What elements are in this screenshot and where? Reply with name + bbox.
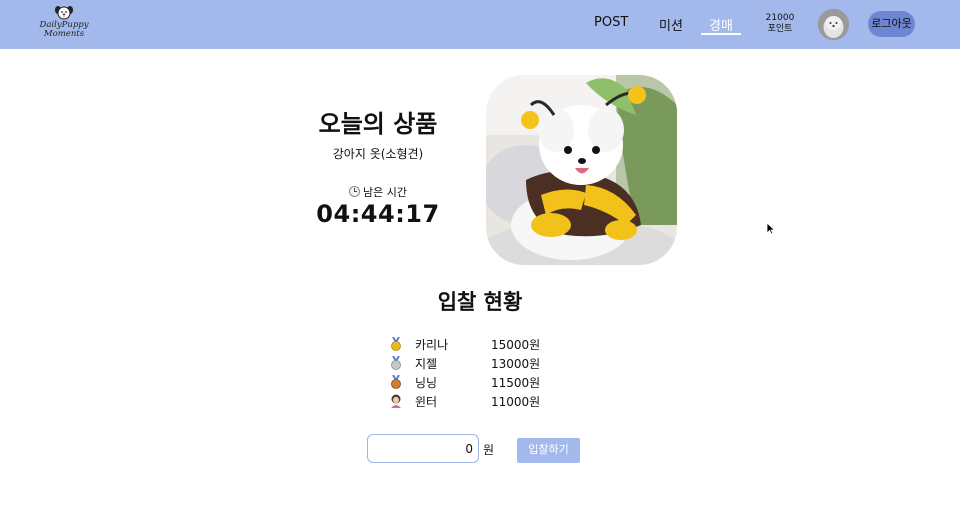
bidder-name: 지젤 [415,357,438,371]
bid-amount: 11000원 [491,395,541,409]
bid-row: 지젤 13000원 [388,354,588,372]
nav-post[interactable]: POST [594,15,628,30]
nav-auction[interactable]: 경매 [701,15,741,34]
place-bid-button[interactable]: 입찰하기 [517,438,580,463]
logo-text-line2: Moments [43,29,85,39]
top-navigation-bar: DailyPuppy Moments POST 미션 경매 21000 포인트 … [0,0,960,49]
bid-row: 카리나 15000원 [388,335,588,353]
product-name: 강아지 옷(소형견) [332,147,424,161]
bid-amount: 15000원 [491,338,541,352]
mouse-cursor-icon [766,222,776,235]
bid-amount: 11500원 [491,376,541,390]
bid-row: 닝닝 11500원 [388,373,588,391]
active-nav-underline [701,33,741,35]
countdown-timer: 04:44:17 [316,200,440,228]
bids-heading: 입찰 현황 [437,290,523,314]
logout-button[interactable]: 로그아웃 [868,11,915,37]
puppy-face-icon [55,6,73,20]
product-image [486,75,677,265]
points-label: 포인트 [767,24,793,34]
remaining-time-label: 남은 시간 [308,184,448,200]
bidder-name: 카리나 [415,338,449,352]
currency-unit-label: 원 [483,443,495,457]
bid-amount: 13000원 [491,357,541,371]
bid-amount-input[interactable] [367,434,479,463]
product-heading: 오늘의 상품 [318,110,438,138]
bidder-name: 윈터 [415,395,438,409]
nav-mission[interactable]: 미션 [659,15,683,34]
person-icon [391,394,401,408]
points-display: 21000 포인트 [762,13,798,35]
app-logo[interactable]: DailyPuppy Moments [30,5,98,45]
remaining-time-text: 남은 시간 [363,186,407,199]
bidder-name: 닝닝 [415,376,438,390]
user-avatar[interactable] [818,9,849,40]
clock-icon [349,186,360,197]
bid-row: 윈터 11000원 [388,392,588,410]
gold-medal-icon [391,337,401,351]
points-value: 21000 [765,13,795,23]
bronze-medal-icon [391,375,401,389]
silver-medal-icon [391,356,401,370]
